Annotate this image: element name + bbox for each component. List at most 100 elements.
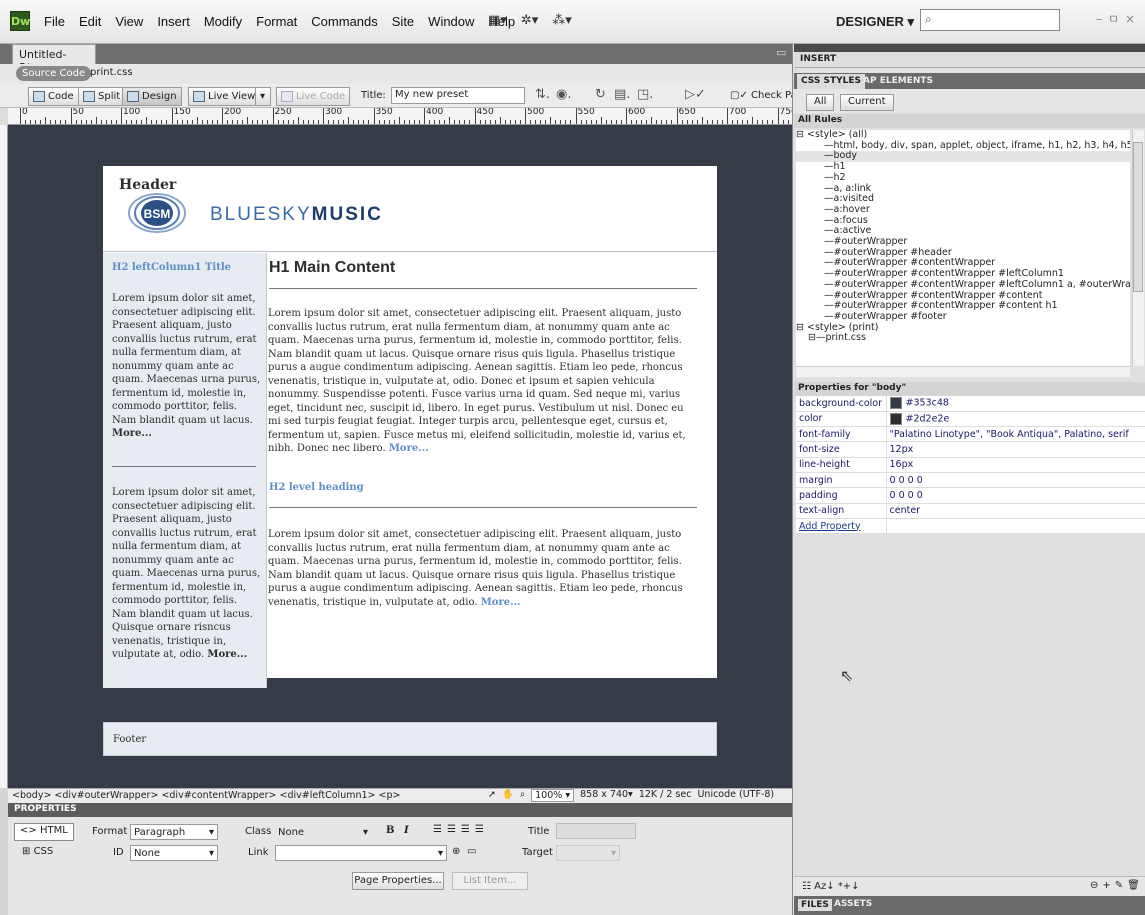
tree-rule[interactable]: —h1 — [796, 161, 1130, 173]
page-properties-button[interactable]: Page Properties... — [352, 872, 444, 890]
file-management-icon[interactable]: ⇅. — [535, 87, 550, 102]
source-code-button[interactable]: Source Code — [16, 66, 92, 81]
tree-print-css[interactable]: ⊟—print.css — [796, 333, 1130, 344]
html-mode-button[interactable]: <> HTML — [14, 823, 74, 841]
add-property-row[interactable]: Add Property — [796, 518, 1145, 535]
ruler-tick — [570, 120, 572, 124]
document-tab[interactable]: Untitled-5*× — [12, 44, 96, 74]
live-view-button[interactable]: Live View — [188, 87, 261, 106]
point-to-file-icon[interactable]: ⊕ — [452, 846, 460, 857]
link-input[interactable]: ▾ — [275, 845, 447, 861]
target-select[interactable]: ▾ — [556, 845, 620, 861]
live-view-dropdown[interactable]: ▾ — [255, 87, 271, 106]
italic-button[interactable]: I — [404, 825, 409, 836]
page-title-input[interactable]: My new preset — [391, 87, 525, 104]
window-controls[interactable]: –ㅁ× — [1096, 10, 1141, 27]
ruler-tick — [676, 108, 678, 124]
ruler-tick — [166, 120, 168, 124]
tab-ap-elements[interactable]: AP ELEMENTS — [859, 74, 937, 89]
tab-css-styles[interactable]: CSS STYLES — [797, 74, 865, 89]
attach-new-edit-delete-icons[interactable]: ⊖+✎🗑 — [1090, 880, 1144, 891]
related-file-print-css[interactable]: print.css — [90, 67, 133, 78]
workspace-switcher[interactable]: DESIGNER ▾ — [836, 14, 914, 30]
add-property-link[interactable]: Add Property — [799, 521, 861, 532]
format-select[interactable]: Paragraph ▾ — [130, 824, 218, 840]
css-rules-tree[interactable]: ⊟ <style> (all) —html, body, div, span, … — [796, 130, 1130, 366]
menu-site[interactable]: Site — [386, 14, 422, 29]
zoom-tool-icon[interactable]: ⌕ — [520, 789, 525, 802]
current-button[interactable]: Current — [840, 94, 894, 111]
browse-folder-icon[interactable]: ▭ — [467, 846, 476, 857]
ruler-tick — [100, 120, 102, 124]
menu-edit[interactable]: Edit — [73, 14, 109, 29]
show-category-view-icon[interactable]: ☷ Az↓ *+↓ — [802, 881, 860, 892]
left-paragraph-2[interactable]: Lorem ipsum dolor sit amet, consectetuer… — [112, 486, 262, 662]
class-select[interactable]: None ▾ — [275, 824, 371, 840]
live-code-button[interactable]: Live Code — [276, 87, 351, 106]
main-paragraph-2[interactable]: Lorem ipsum dolor sit amet, consectetuer… — [268, 528, 698, 609]
visual-aids-icon[interactable]: ◳. — [637, 87, 653, 102]
properties-panel-header[interactable]: PROPERTIES — [8, 803, 792, 817]
window-size[interactable]: 858 x 740▾ — [580, 789, 633, 802]
ruler-tick — [636, 120, 638, 124]
property-row[interactable]: text-align center — [796, 503, 1145, 519]
restore-icon[interactable]: ▭ — [776, 46, 786, 59]
hand-tool-icon[interactable]: ✋ — [502, 789, 514, 802]
select-tool-icon[interactable]: ➚ — [488, 789, 496, 802]
property-row[interactable]: margin 0 0 0 0 — [796, 472, 1145, 489]
menu-view[interactable]: View — [109, 14, 151, 29]
zoom-select[interactable]: 100% ▾ — [531, 789, 575, 802]
property-row[interactable]: background-color #353c48 — [796, 396, 1145, 412]
layout-icon[interactable]: ▦▾ — [488, 13, 507, 28]
help-search-input[interactable]: ⌕ — [920, 9, 1060, 31]
menu-commands[interactable]: Commands — [305, 14, 385, 29]
more-link[interactable]: More... — [389, 443, 429, 454]
preview-browser-icon[interactable]: ◉. — [556, 87, 571, 102]
list-item-button[interactable]: List Item... — [452, 872, 528, 890]
ruler-tick — [242, 120, 244, 124]
property-row[interactable]: padding 0 0 0 0 — [796, 487, 1145, 504]
menu-file[interactable]: File — [38, 14, 73, 29]
list-indent-icons[interactable]: ☰☰☰☰ — [433, 824, 489, 835]
scrollbar-thumb[interactable] — [1133, 142, 1143, 292]
extend-gear-icon[interactable]: ✲▾ — [521, 13, 538, 28]
page-footer[interactable]: Footer — [103, 722, 717, 756]
property-row[interactable]: font-family "Palatino Linotype", "Book An… — [796, 426, 1145, 443]
ruler-tick — [560, 120, 562, 124]
property-row[interactable]: color #2d2e2e — [796, 411, 1145, 428]
all-button[interactable]: All — [806, 94, 835, 111]
left-paragraph-1[interactable]: Lorem ipsum dolor sit amet, consectetuer… — [112, 292, 262, 441]
tree-rule-body-selected[interactable]: —body — [796, 151, 1130, 163]
title-attr-input[interactable] — [556, 823, 636, 839]
rules-horizontal-scrollbar[interactable] — [796, 366, 1130, 377]
more-link[interactable]: More... — [481, 597, 521, 608]
property-row[interactable]: font-size 12px — [796, 441, 1145, 458]
ruler-tick — [716, 120, 718, 124]
css-mode-button[interactable]: ⊞ CSS — [22, 846, 53, 857]
ruler-tick — [444, 120, 446, 124]
menu-insert[interactable]: Insert — [151, 14, 198, 29]
menu-format[interactable]: Format — [250, 14, 305, 29]
menu-modify[interactable]: Modify — [198, 14, 250, 29]
more-link[interactable]: More... — [112, 428, 152, 439]
color-swatch[interactable] — [889, 397, 902, 410]
menu-window[interactable]: Window — [422, 14, 482, 29]
property-row[interactable]: line-height 16px — [796, 457, 1145, 473]
validate-icon[interactable]: ▷✓ — [685, 87, 706, 102]
more-link[interactable]: More... — [207, 649, 247, 660]
refresh-icon[interactable]: ↻ — [595, 87, 606, 102]
bold-button[interactable]: B — [386, 825, 394, 836]
design-view-button[interactable]: Design — [122, 87, 182, 106]
css-properties-table[interactable]: background-color #353c48 color #2d2e2e fon… — [796, 396, 1145, 535]
split-view-button[interactable]: Split — [78, 87, 126, 106]
tab-files[interactable]: FILES — [798, 899, 832, 911]
tab-assets[interactable]: ASSETS — [834, 899, 872, 909]
main-paragraph-1[interactable]: Lorem ipsum dolor sit amet, consectetuer… — [268, 307, 698, 456]
color-swatch[interactable] — [889, 412, 902, 425]
code-view-button[interactable]: Code — [28, 87, 79, 106]
id-select[interactable]: None ▾ — [130, 845, 218, 861]
view-options-icon[interactable]: ▤. — [614, 87, 630, 102]
page-header[interactable] — [103, 166, 717, 252]
insert-panel-tab[interactable]: INSERT — [794, 52, 1145, 68]
site-icon[interactable]: ⁂▾ — [552, 13, 572, 28]
